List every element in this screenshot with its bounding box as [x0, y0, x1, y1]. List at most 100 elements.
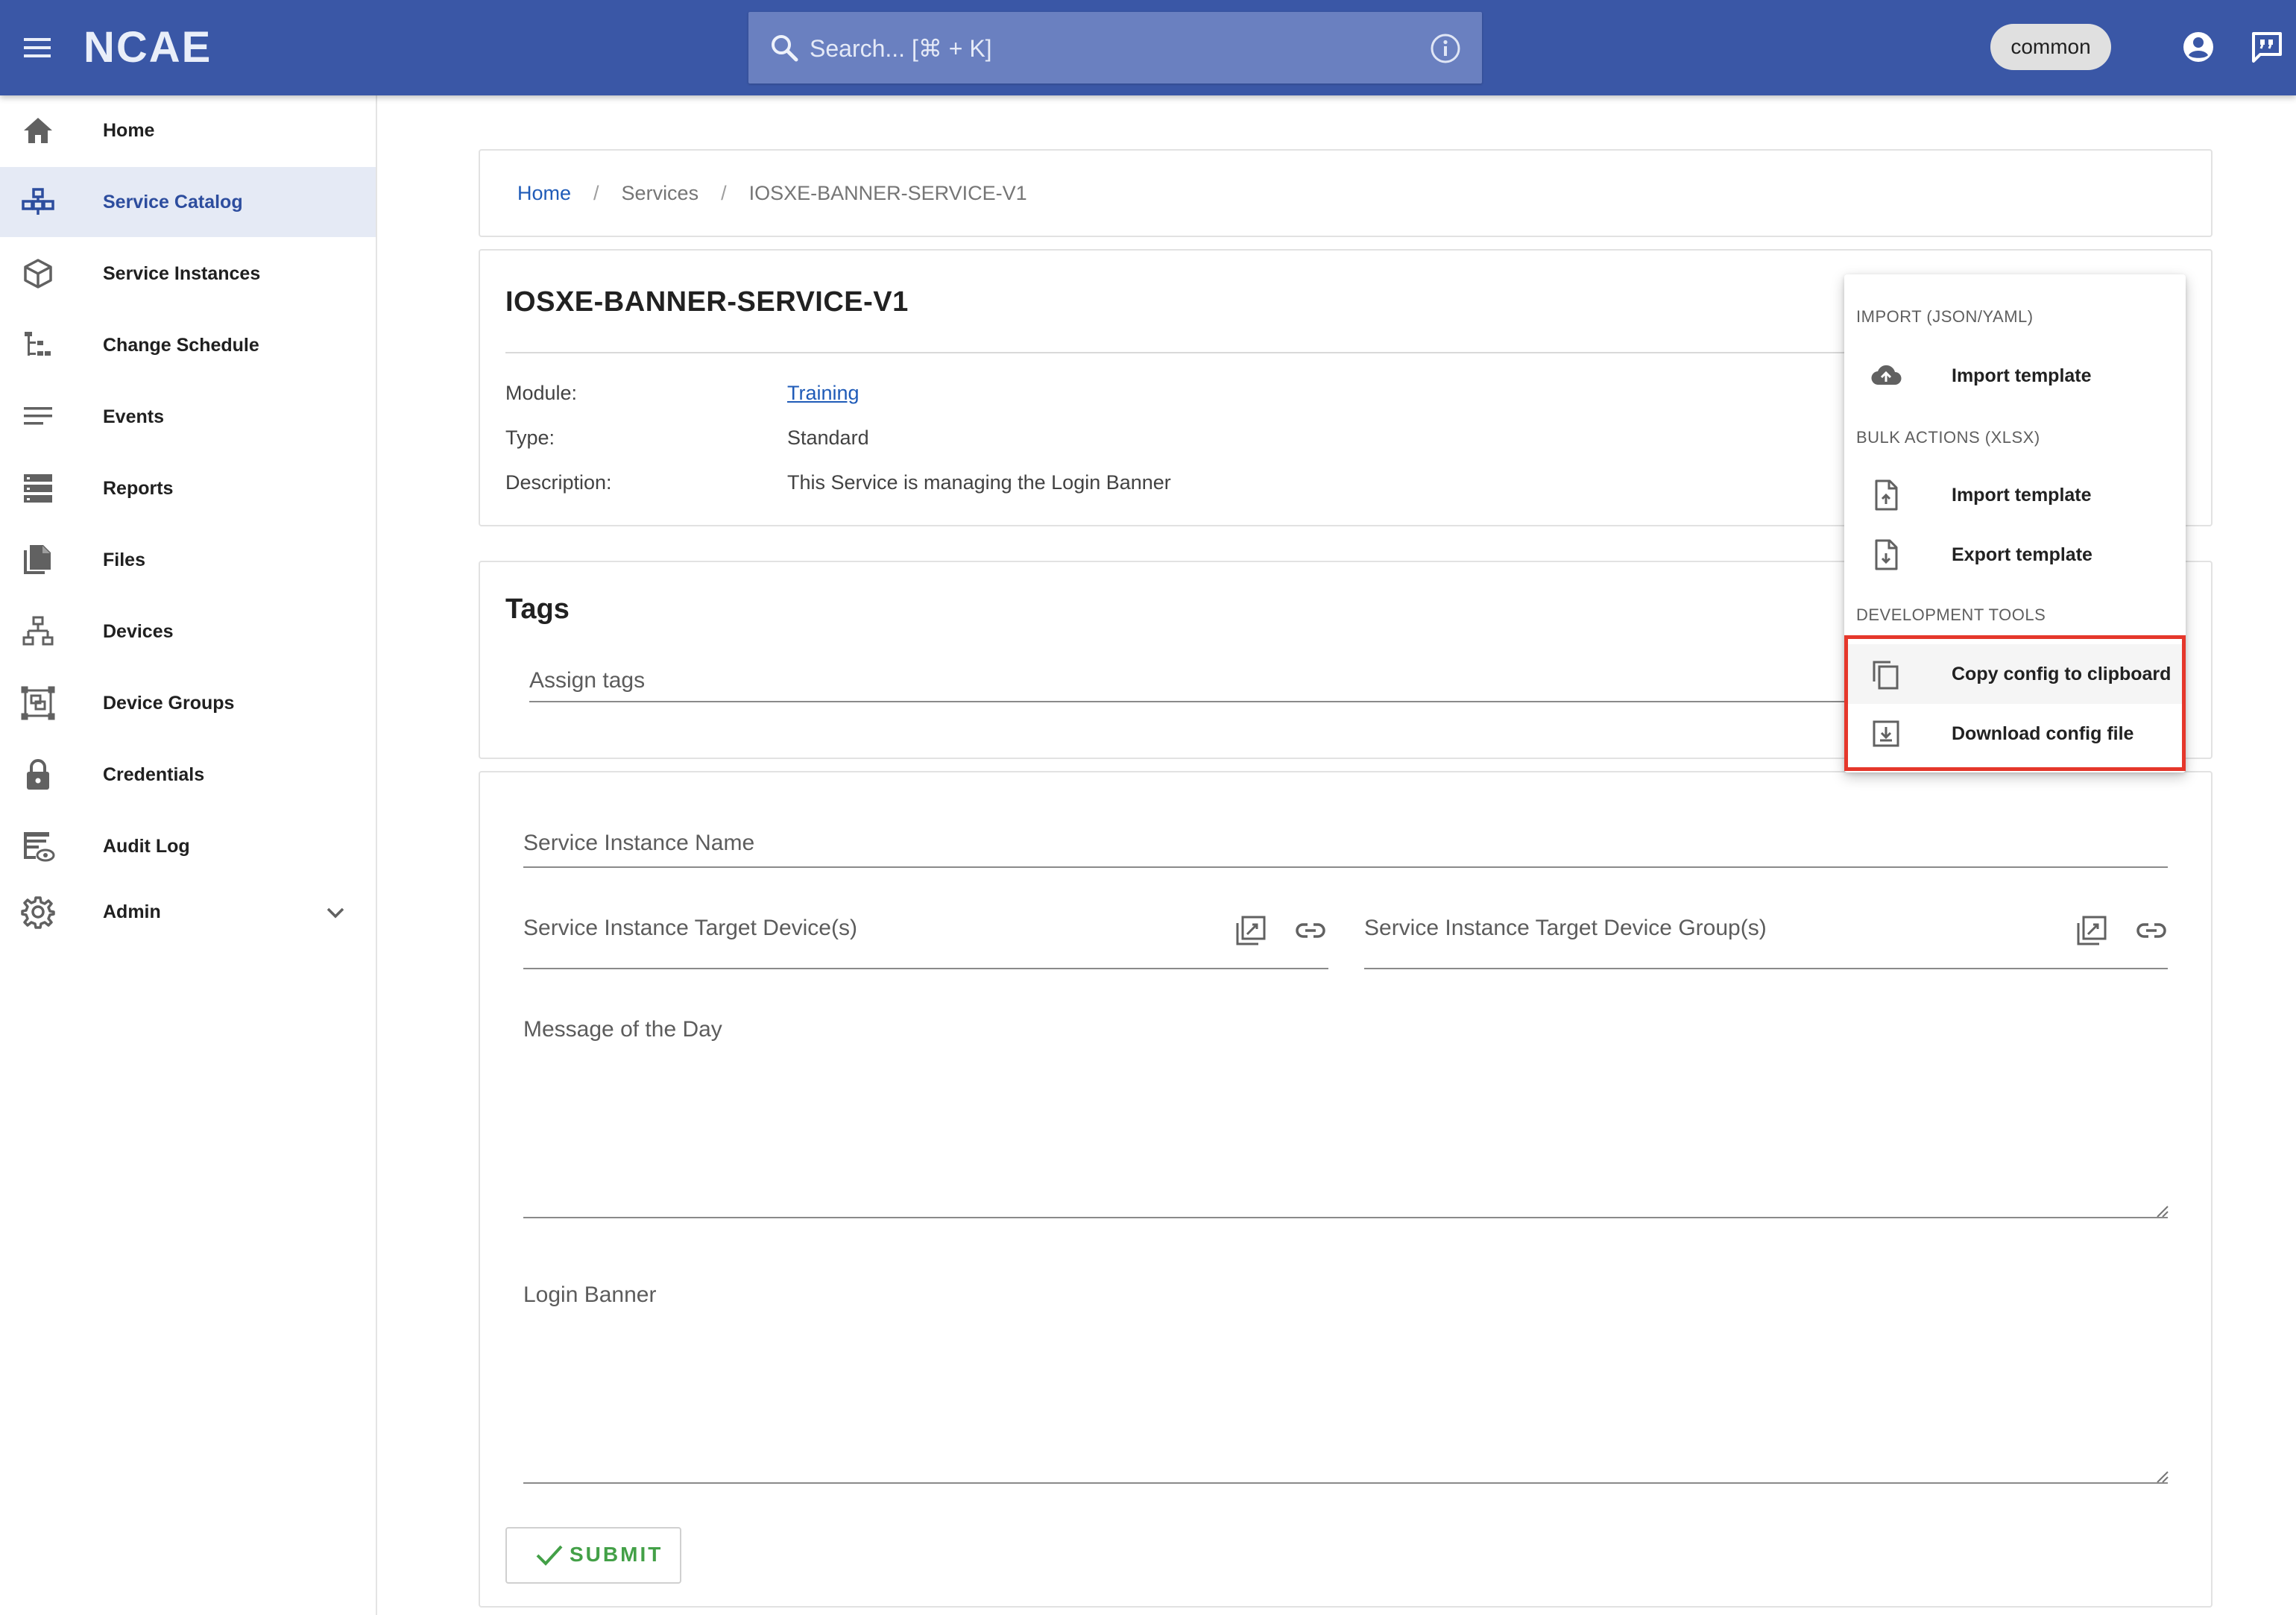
textarea-underline — [523, 1217, 2168, 1218]
textarea-resize-handle[interactable] — [2154, 1469, 2169, 1484]
type-label: Type: — [505, 426, 555, 449]
menu-item-export-xlsx-template[interactable]: Export template — [1844, 525, 2186, 585]
sidebar-item-label: Device Groups — [103, 693, 235, 714]
sidebar-item-label: Home — [103, 120, 155, 141]
top-app-bar: NCAE common — [0, 0, 2296, 95]
home-icon — [21, 113, 55, 148]
lock-icon — [21, 758, 55, 792]
sidebar-item-label: Credentials — [103, 764, 205, 785]
menu-section-header: BULK ACTIONS (XLSX) — [1856, 428, 2040, 447]
sidebar-item-label: Files — [103, 550, 145, 570]
breadcrumb-separator: / — [721, 182, 727, 204]
breadcrumb-separator: / — [593, 182, 599, 204]
actions-menu: IMPORT (JSON/YAML) Import template BULK … — [1844, 274, 2186, 772]
menu-item-label: Import template — [1952, 485, 2092, 506]
file-upload-icon — [1870, 479, 1902, 511]
target-devices-field[interactable]: Service Instance Target Device(s) — [523, 916, 857, 941]
tree-schedule-icon — [21, 328, 55, 362]
reports-stack-icon — [21, 471, 55, 506]
chevron-down-icon[interactable] — [322, 899, 349, 926]
module-label: Module: — [505, 382, 578, 404]
sidebar-item-label: Service Instances — [103, 263, 261, 284]
sidebar-item-service-instances[interactable]: Service Instances — [0, 239, 376, 309]
sidebar-item-service-catalog[interactable]: Service Catalog — [0, 167, 376, 237]
sidebar-item-label: Service Catalog — [103, 192, 243, 212]
info-icon[interactable] — [1430, 33, 1461, 64]
sidebar-item-reports[interactable]: Reports — [0, 453, 376, 523]
account-circle-icon[interactable] — [2181, 30, 2215, 64]
environment-chip[interactable]: common — [1990, 24, 2111, 70]
page-title: IOSXE-BANNER-SERVICE-V1 — [505, 286, 909, 318]
sidebar-item-label: Change Schedule — [103, 335, 259, 356]
sidebar-item-change-schedule[interactable]: Change Schedule — [0, 310, 376, 380]
type-value: Standard — [787, 426, 869, 449]
input-underline — [523, 866, 2168, 868]
breadcrumb-card: Home / Services / IOSXE-BANNER-SERVICE-V1 — [479, 149, 2213, 237]
module-link[interactable]: Training — [787, 382, 860, 405]
link-icon[interactable] — [2135, 914, 2168, 947]
sidebar-nav: Home Service Catalog Service Instances C… — [0, 95, 377, 1615]
sidebar-item-audit-log[interactable]: Audit Log — [0, 811, 376, 881]
sidebar-item-device-groups[interactable]: Device Groups — [0, 668, 376, 738]
sidebar-item-label: Reports — [103, 478, 174, 499]
select-list-icon[interactable] — [2075, 914, 2108, 947]
description-value: This Service is managing the Login Banne… — [787, 471, 1171, 494]
breadcrumb: Home / Services / IOSXE-BANNER-SERVICE-V1 — [517, 151, 1027, 236]
service-catalog-icon — [21, 185, 55, 219]
file-download-icon — [1870, 538, 1902, 571]
cloud-upload-icon — [1870, 359, 1902, 392]
menu-item-import-json-template[interactable]: Import template — [1844, 346, 2186, 406]
input-underline — [523, 968, 1328, 969]
login-banner-field[interactable]: Login Banner — [523, 1282, 656, 1308]
search-icon — [769, 33, 799, 63]
global-search[interactable] — [748, 12, 1482, 85]
sidebar-item-label: Events — [103, 406, 164, 427]
check-icon — [535, 1543, 564, 1567]
input-underline — [1364, 968, 2168, 969]
textarea-underline — [523, 1482, 2168, 1484]
menu-section-header: IMPORT (JSON/YAML) — [1856, 307, 2034, 326]
files-icon — [21, 543, 55, 577]
breadcrumb-current: IOSXE-BANNER-SERVICE-V1 — [748, 182, 1027, 204]
list-lines-icon — [21, 400, 55, 434]
menu-item-download-config[interactable]: Download config file — [1844, 704, 2186, 764]
network-devices-icon — [21, 614, 55, 649]
hamburger-menu-icon[interactable] — [21, 33, 54, 63]
sidebar-item-label: Admin — [103, 901, 161, 922]
copy-icon — [1870, 658, 1902, 690]
submit-label: SUBMIT — [570, 1543, 663, 1566]
sidebar-item-home[interactable]: Home — [0, 95, 376, 166]
sidebar-item-label: Devices — [103, 621, 174, 642]
app-logo[interactable]: NCAE — [83, 22, 212, 73]
cube-icon — [21, 256, 55, 291]
menu-item-import-xlsx-template[interactable]: Import template — [1844, 465, 2186, 525]
sidebar-item-events[interactable]: Events — [0, 382, 376, 452]
sidebar-item-label: Audit Log — [103, 836, 190, 857]
link-icon[interactable] — [1294, 914, 1327, 947]
service-instance-form: Service Instance Name Service Instance T… — [479, 771, 2213, 1608]
audit-log-icon — [21, 829, 55, 863]
device-groups-icon — [21, 686, 55, 720]
textarea-resize-handle[interactable] — [2154, 1203, 2169, 1218]
sidebar-item-admin[interactable]: Admin — [0, 877, 376, 947]
menu-item-label: Download config file — [1952, 723, 2134, 744]
breadcrumb-home-link[interactable]: Home — [517, 182, 571, 204]
sidebar-item-credentials[interactable]: Credentials — [0, 740, 376, 810]
feedback-icon[interactable] — [2250, 30, 2284, 64]
tags-title: Tags — [505, 594, 570, 625]
breadcrumb-services-link[interactable]: Services — [622, 182, 699, 204]
message-of-the-day-field[interactable]: Message of the Day — [523, 1017, 722, 1042]
sidebar-item-files[interactable]: Files — [0, 525, 376, 595]
menu-item-copy-config[interactable]: Copy config to clipboard — [1844, 644, 2186, 704]
sidebar-item-devices[interactable]: Devices — [0, 596, 376, 667]
description-label: Description: — [505, 471, 612, 494]
select-list-icon[interactable] — [1234, 914, 1267, 947]
target-device-groups-field[interactable]: Service Instance Target Device Group(s) — [1364, 916, 1767, 941]
assign-tags-input[interactable]: Assign tags — [529, 668, 645, 693]
menu-item-label: Export template — [1952, 544, 2092, 565]
menu-section-header: DEVELOPMENT TOOLS — [1856, 605, 2046, 624]
instance-name-field[interactable]: Service Instance Name — [523, 831, 754, 856]
submit-button[interactable]: SUBMIT — [505, 1527, 681, 1584]
menu-item-label: Import template — [1952, 365, 2092, 386]
search-input[interactable] — [808, 12, 1407, 85]
